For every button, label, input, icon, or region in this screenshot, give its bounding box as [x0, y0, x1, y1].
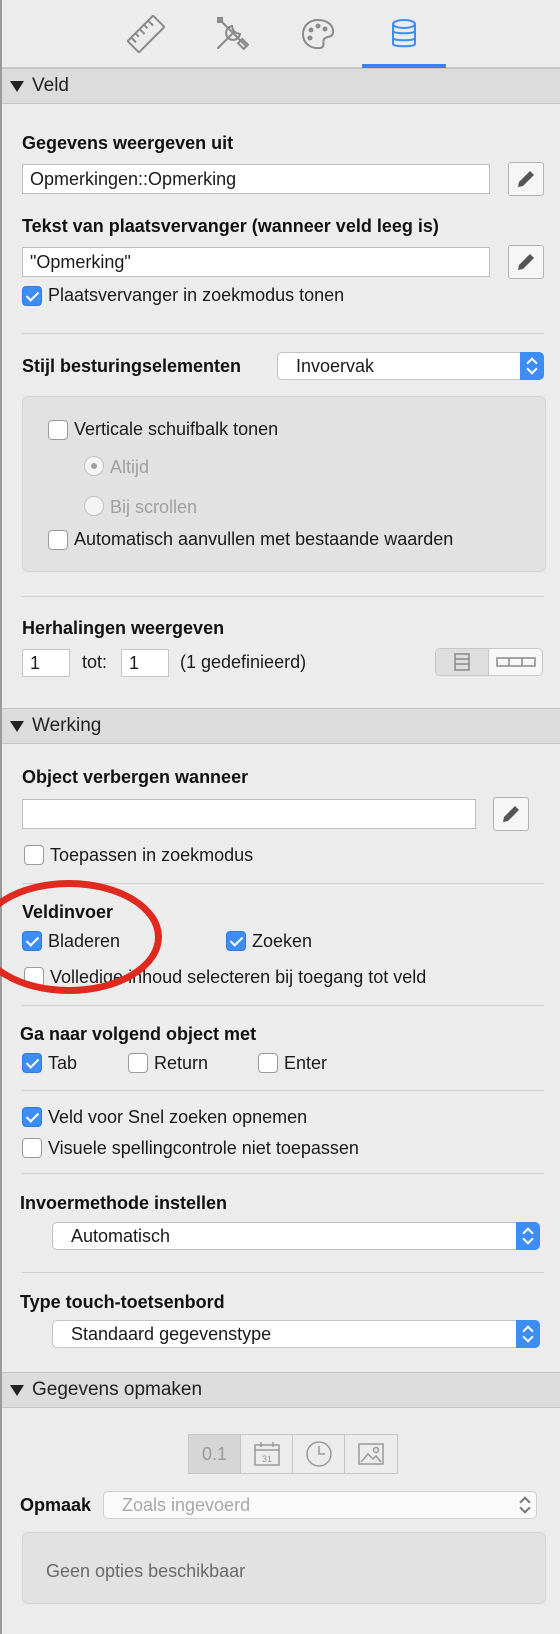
keyboard-type-label: Type touch-toetsenbord [20, 1292, 225, 1312]
keyboard-type-popup[interactable]: Standaard gegevenstype [52, 1320, 540, 1348]
find-checkbox[interactable] [226, 931, 246, 951]
autocomplete-checkbox[interactable] [48, 530, 68, 550]
data-source-label: Gegevens weergeven uit [22, 133, 234, 153]
position-tab[interactable] [106, 6, 186, 62]
divider [22, 1272, 544, 1273]
return-label: Return [154, 1053, 209, 1073]
section-header-data-format[interactable]: Gegevens opmaken [2, 1372, 560, 1408]
radio-on-scroll-label: Bij scrollen [110, 497, 198, 517]
format-popup[interactable]: Zoals ingevoerd [103, 1491, 537, 1519]
popup-arrows-icon [516, 1222, 540, 1250]
apply-in-find-checkbox[interactable] [24, 845, 44, 865]
enter-label: Enter [284, 1053, 328, 1073]
edit-hide-condition-button[interactable] [493, 797, 529, 831]
no-spellcheck-label: Visuele spellingcontrole niet toepassen [48, 1138, 359, 1158]
hide-object-field[interactable] [22, 799, 476, 829]
section-title: Veld [32, 75, 69, 96]
tab-checkbox[interactable] [22, 1053, 42, 1073]
pencil-icon [518, 254, 534, 270]
tools-icon [217, 17, 250, 51]
find-label: Zoeken [252, 931, 313, 951]
section-header-veld[interactable]: Veld [2, 68, 560, 104]
tab-label: Tab [48, 1053, 78, 1073]
placeholder-label: Tekst van plaatsvervanger (wanneer veld … [22, 216, 439, 236]
popup-arrows-icon [513, 1491, 537, 1519]
radio-on-scroll[interactable] [84, 496, 104, 516]
data-tab[interactable] [362, 6, 446, 68]
no-spellcheck-checkbox[interactable] [22, 1138, 42, 1158]
clock-icon [305, 1441, 332, 1467]
styles-tab[interactable] [192, 6, 272, 62]
palette-icon [301, 18, 335, 50]
number-format-label: 0.1 [201, 1443, 228, 1464]
section-title: Werking [32, 715, 102, 736]
format-type-selector[interactable]: 0.1 31 [188, 1434, 398, 1474]
repetitions-to-label: tot: [82, 652, 108, 672]
vertical-scrollbar-label: Verticale schuifbalk tonen [74, 419, 279, 439]
section-header-werking[interactable]: Werking [2, 708, 560, 744]
radio-always-label: Altijd [110, 457, 150, 477]
show-placeholder-find-label: Plaatsvervanger in zoekmodus tonen [48, 285, 345, 305]
goto-next-label: Ga naar volgend object met [20, 1024, 257, 1044]
divider [22, 333, 544, 334]
quick-find-checkbox[interactable] [22, 1107, 42, 1127]
quick-find-label: Veld voor Snel zoeken opnemen [48, 1107, 308, 1127]
format-value: Zoals ingevoerd [122, 1495, 251, 1515]
repetitions-to-field[interactable]: 1 [121, 649, 169, 677]
apply-in-find-label: Toepassen in zoekmodus [50, 845, 254, 865]
divider [22, 596, 544, 597]
input-method-value: Automatisch [71, 1226, 171, 1246]
hide-object-label: Object verbergen wanneer [22, 767, 249, 787]
placeholder-field[interactable]: "Opmerking" [22, 247, 490, 277]
repetitions-defined: (1 gedefinieerd) [180, 652, 307, 672]
edit-placeholder-button[interactable] [508, 245, 544, 279]
edit-data-source-button[interactable] [508, 162, 544, 196]
disclosure-triangle-icon [10, 720, 24, 732]
repetitions-from-field[interactable]: 1 [22, 649, 70, 677]
time-format-tab[interactable] [293, 1435, 345, 1473]
control-style-label: Stijl besturingselementen [22, 356, 242, 376]
pencil-icon [518, 171, 534, 187]
disclosure-triangle-icon [10, 80, 24, 92]
autocomplete-label: Automatisch aanvullen met bestaande waar… [74, 529, 454, 549]
calendar-day: 31 [261, 1454, 271, 1464]
graphic-format-tab[interactable] [345, 1435, 397, 1473]
no-options-text: Geen opties beschikbaar [46, 1561, 246, 1581]
show-placeholder-find-checkbox[interactable] [22, 286, 42, 306]
ruler-icon [127, 15, 165, 53]
enter-checkbox[interactable] [258, 1053, 278, 1073]
inspector-toolbar [2, 0, 560, 68]
repetition-orientation-control[interactable] [435, 648, 543, 676]
input-method-popup[interactable]: Automatisch [52, 1222, 540, 1250]
control-style-value: Invoervak [296, 356, 375, 376]
horizontal-list-icon [495, 657, 536, 667]
number-format-tab[interactable]: 0.1 [189, 1435, 241, 1473]
input-method-label: Invoermethode instellen [20, 1193, 228, 1213]
divider [22, 1005, 544, 1006]
return-checkbox[interactable] [128, 1053, 148, 1073]
popup-arrows-icon [516, 1320, 540, 1348]
calendar-icon: 31 [253, 1442, 280, 1466]
image-icon [358, 1443, 384, 1465]
database-icon [392, 19, 416, 48]
vertical-list-icon [454, 653, 470, 671]
format-label: Opmaak [20, 1495, 92, 1515]
vertical-orientation-button[interactable] [436, 649, 490, 675]
divider [22, 1090, 544, 1091]
pencil-icon [503, 806, 519, 822]
data-source-field[interactable]: Opmerkingen::Opmerking [22, 164, 490, 194]
appearance-tab[interactable] [278, 6, 358, 62]
horizontal-orientation-button[interactable] [489, 649, 542, 675]
vertical-scrollbar-checkbox[interactable] [48, 420, 68, 440]
disclosure-triangle-icon [10, 1384, 24, 1396]
divider [22, 1173, 544, 1174]
repetitions-label: Herhalingen weergeven [22, 618, 225, 638]
keyboard-type-value: Standaard gegevenstype [71, 1324, 272, 1344]
section-title: Gegevens opmaken [32, 1379, 203, 1400]
radio-always[interactable] [84, 456, 104, 476]
date-format-tab[interactable]: 31 [241, 1435, 293, 1473]
control-style-popup[interactable]: Invoervak [277, 352, 544, 380]
popup-arrows-icon [520, 352, 544, 380]
